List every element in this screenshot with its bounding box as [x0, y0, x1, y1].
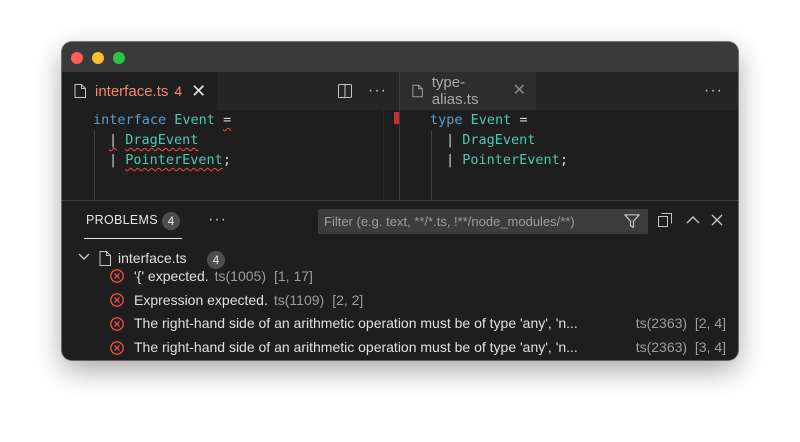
pipe-token: |: [109, 152, 118, 168]
collapse-all-icon[interactable]: [658, 213, 672, 227]
editor-group-right: type-alias.ts ✕ ··· type Event = | DragE…: [400, 72, 738, 200]
problem-item[interactable]: Expression expected. ts(1109) [2, 2]: [110, 290, 363, 310]
type-token: PointerEvent: [462, 152, 560, 168]
problem-code: ts(2363): [635, 339, 688, 355]
file-icon: [412, 84, 423, 98]
error-icon: [110, 293, 124, 307]
pipe-token: |: [109, 132, 118, 148]
identifier-token: Event: [470, 112, 512, 128]
tab-interface-ts[interactable]: interface.ts 4 ✕: [62, 72, 217, 110]
error-icon: [110, 269, 124, 283]
indent-guide: [431, 130, 432, 200]
semicolon-token: ;: [559, 152, 568, 168]
vscode-window: interface.ts 4 ✕ ··· interface Event = |…: [62, 42, 738, 360]
window-close-button[interactable]: [71, 52, 83, 64]
tab-problems[interactable]: PROBLEMS: [86, 213, 158, 227]
problem-item[interactable]: The right-hand side of an arithmetic ope…: [110, 314, 726, 334]
pipe-token: |: [446, 152, 455, 168]
filter-icon[interactable]: [624, 214, 640, 229]
chevron-down-icon[interactable]: [78, 253, 90, 261]
close-icon[interactable]: ✕: [191, 82, 206, 100]
problem-code: ts(1005): [214, 268, 266, 284]
problem-position: [3, 4]: [694, 339, 726, 355]
tab-label: type-alias.ts: [431, 74, 479, 108]
problem-code: ts(1109): [273, 292, 325, 308]
tab-bar: type-alias.ts ✕ ···: [400, 72, 738, 110]
tab-bar: interface.ts 4 ✕ ···: [62, 72, 399, 110]
identifier-token: Event: [174, 112, 215, 128]
error-icon: [110, 341, 124, 355]
editor-actions: ···: [338, 72, 387, 110]
more-icon[interactable]: ···: [368, 83, 387, 99]
close-panel-icon[interactable]: [711, 214, 723, 226]
operator-token: =: [519, 112, 528, 128]
pipe-token: |: [446, 132, 455, 148]
file-icon: [74, 84, 86, 98]
tab-label: interface.ts: [95, 82, 169, 100]
problem-position: [1, 17]: [273, 268, 313, 284]
problem-item[interactable]: The right-hand side of an arithmetic ope…: [110, 338, 726, 358]
file-icon: [99, 251, 111, 266]
more-icon[interactable]: ···: [208, 212, 227, 228]
problem-message: Expression expected.: [134, 292, 268, 308]
problem-message: The right-hand side of an arithmetic ope…: [134, 315, 578, 331]
code-line-2: | DragEvent: [109, 130, 198, 150]
error-icon: [110, 317, 124, 331]
problem-position: [2, 2]: [332, 292, 364, 308]
operator-token: =: [223, 112, 232, 128]
type-token: DragEvent: [462, 132, 536, 148]
problem-meta: ts(2363) [3, 4]: [636, 339, 726, 355]
code-line-1: interface Event =: [93, 110, 231, 130]
editor-group-left: interface.ts 4 ✕ ··· interface Event = |…: [62, 72, 399, 200]
editor-ruler: [383, 110, 384, 200]
title-bar: [62, 42, 738, 72]
problem-item[interactable]: '{' expected. ts(1005) [1, 17]: [110, 266, 313, 286]
tab-problem-count: 4: [174, 83, 183, 99]
indent-guide: [94, 130, 95, 200]
problem-code: ts(2363): [635, 315, 688, 331]
problem-position: [2, 4]: [694, 315, 726, 331]
code-line-3: | PointerEvent;: [109, 150, 231, 170]
code-line-3: | PointerEvent;: [446, 150, 568, 170]
split-editor-icon[interactable]: [338, 84, 352, 98]
code-line-1: type Event =: [430, 110, 528, 130]
close-icon[interactable]: ✕: [513, 82, 526, 100]
problems-panel: PROBLEMS 4 ··· Filter (e.g. text, **/*.t…: [62, 200, 738, 360]
problem-message: The right-hand side of an arithmetic ope…: [134, 339, 578, 355]
problem-meta: ts(2363) [2, 4]: [636, 315, 726, 331]
window-minimize-button[interactable]: [92, 52, 104, 64]
type-token: PointerEvent: [125, 152, 223, 168]
problem-file-label[interactable]: interface.ts: [118, 250, 186, 266]
problem-message: '{' expected.: [134, 268, 209, 284]
semicolon-token: ;: [222, 152, 231, 168]
window-zoom-button[interactable]: [113, 52, 125, 64]
code-line-2: | DragEvent: [446, 130, 535, 150]
keyword-token: interface: [93, 112, 167, 128]
more-icon[interactable]: ···: [704, 83, 723, 99]
maximize-panel-icon[interactable]: [686, 215, 700, 225]
filter-input[interactable]: Filter (e.g. text, **/*.ts, !**/node_mod…: [318, 209, 648, 234]
editor-actions: ···: [704, 72, 723, 110]
filter-placeholder: Filter (e.g. text, **/*.ts, !**/node_mod…: [324, 214, 575, 229]
type-token: DragEvent: [125, 132, 199, 148]
active-tab-indicator: [84, 238, 182, 239]
keyword-token: type: [430, 112, 463, 128]
problems-count-badge: 4: [162, 212, 180, 230]
tab-type-alias-ts[interactable]: type-alias.ts ✕: [400, 72, 536, 110]
